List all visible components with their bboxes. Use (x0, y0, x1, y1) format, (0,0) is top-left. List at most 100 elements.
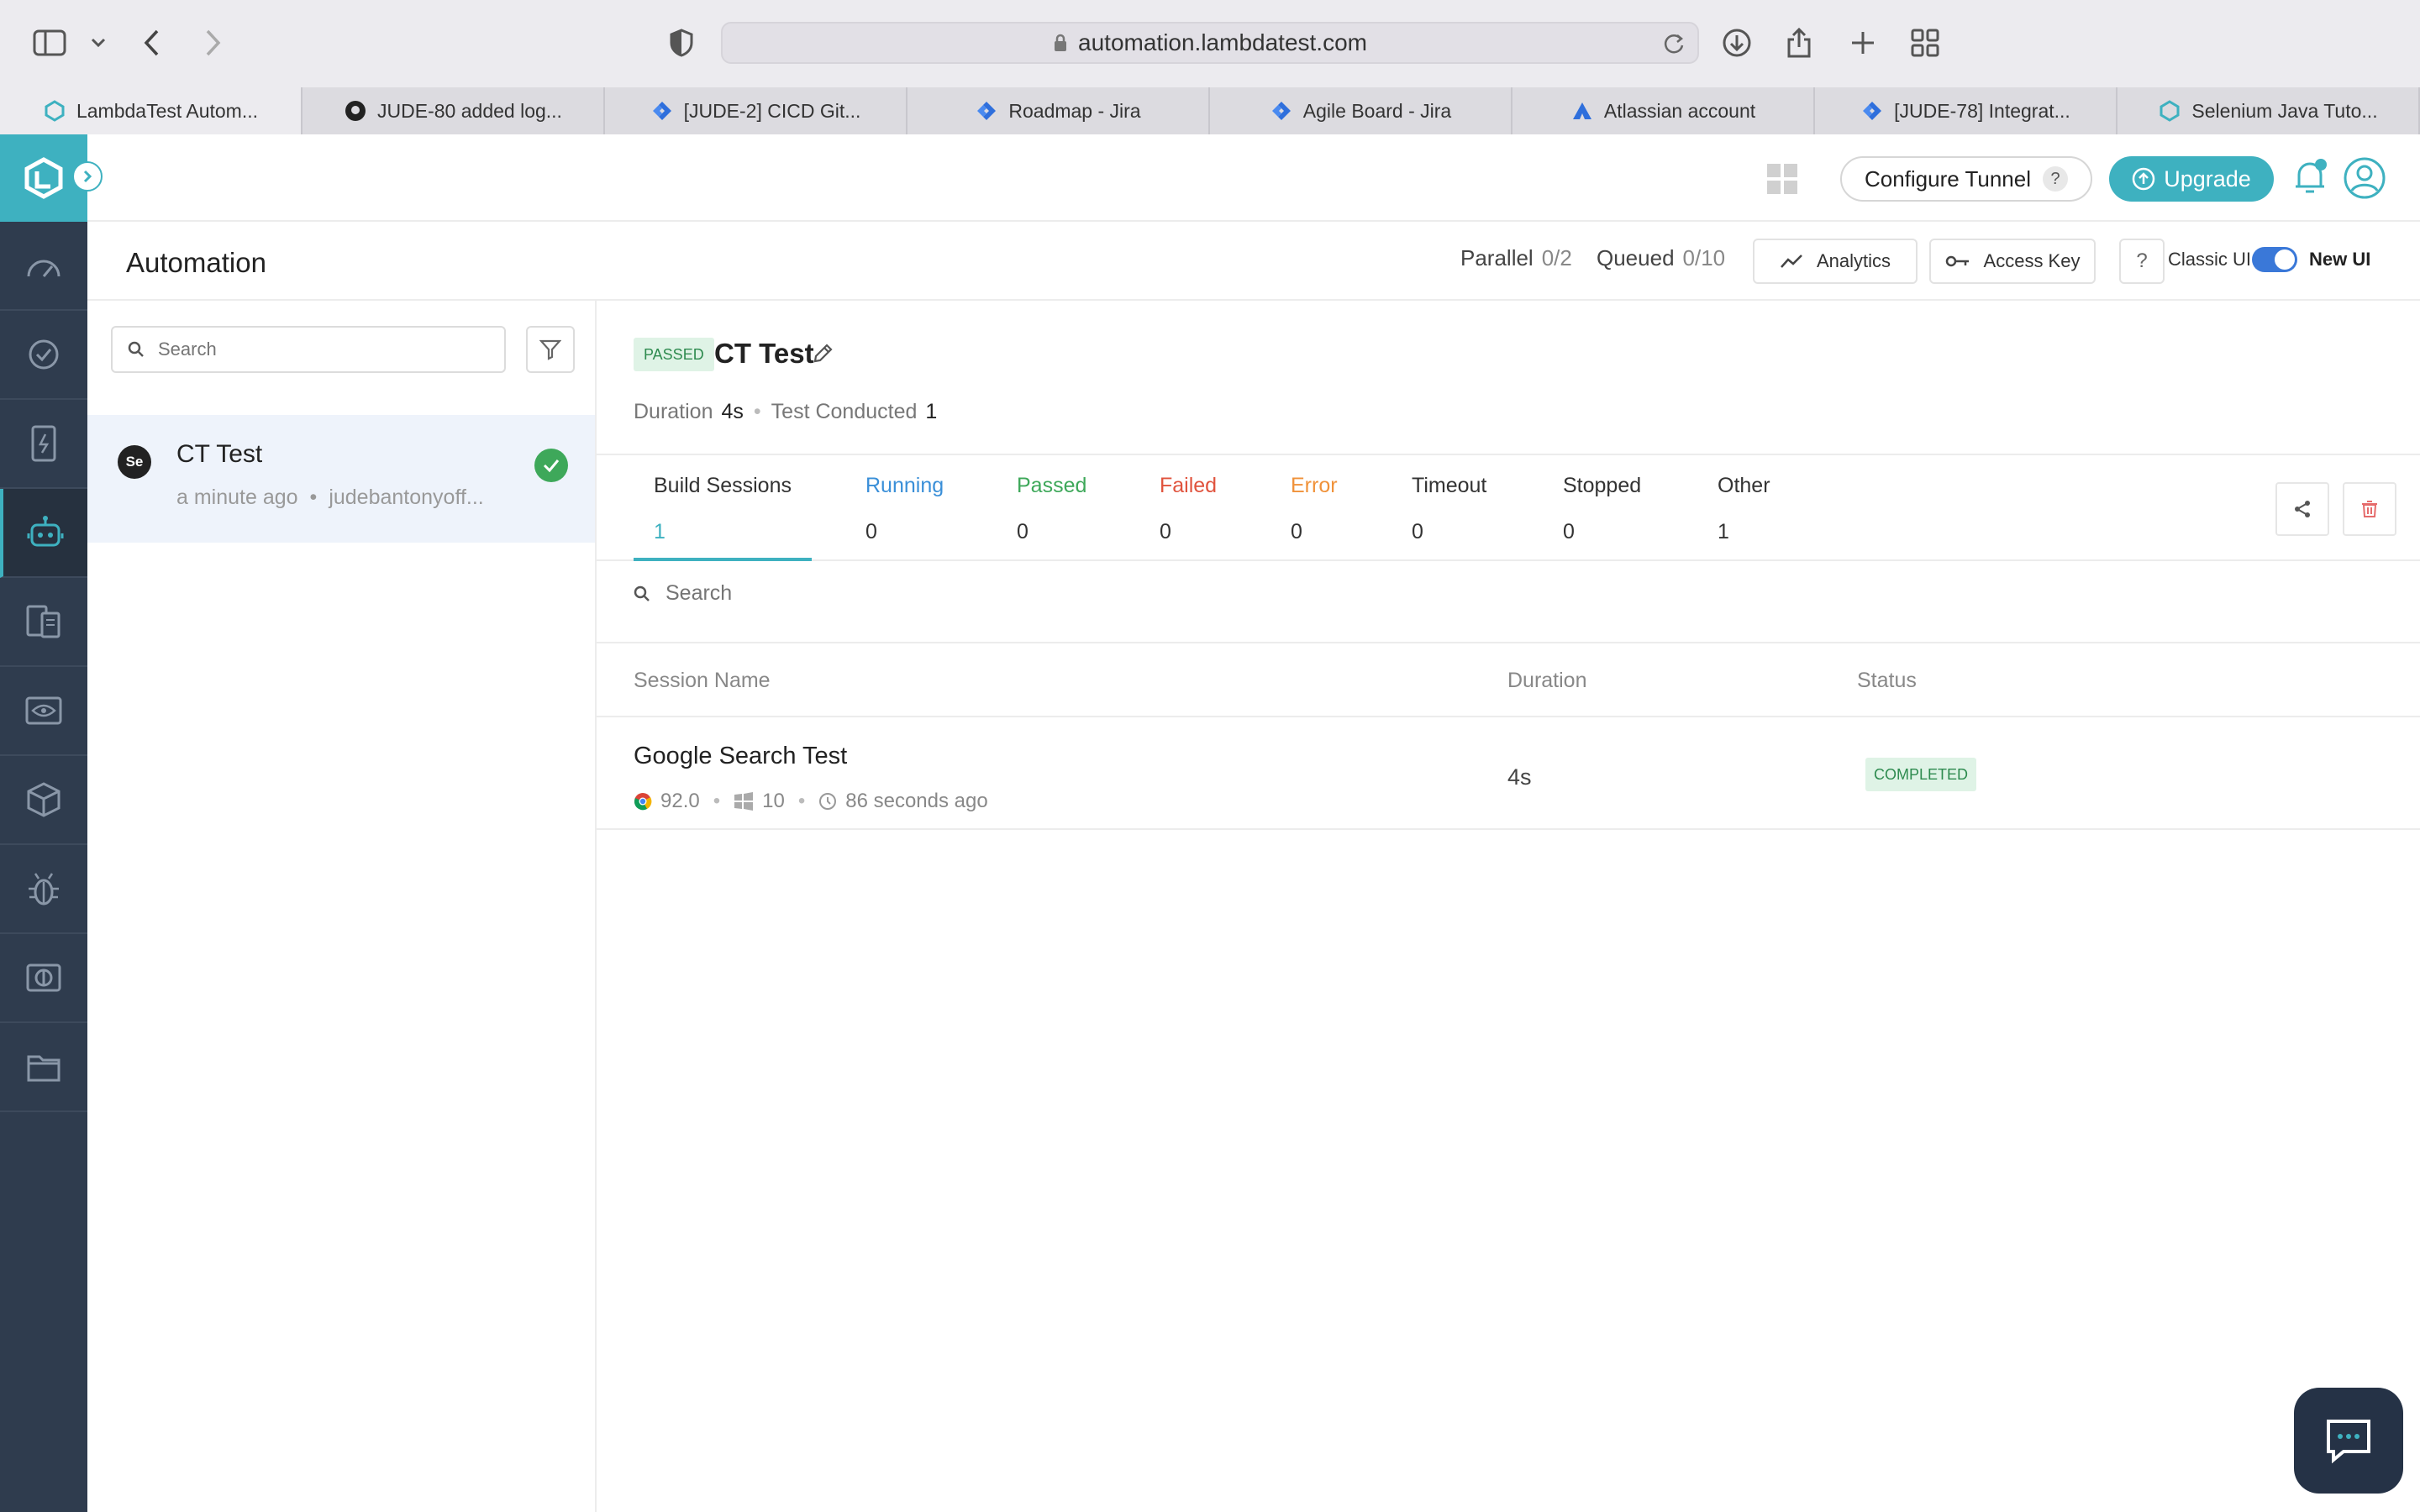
lock-icon (1055, 34, 1067, 51)
active-tab-underline (634, 558, 812, 561)
rail-expand-button[interactable] (72, 161, 103, 192)
pencil-icon[interactable] (812, 343, 834, 369)
table-row[interactable]: Google Search Test 92.0 • 10 • 86 second… (597, 717, 2420, 830)
jira-icon (650, 99, 674, 123)
build-user: judebantonyoff... (329, 486, 484, 509)
queued-stat: Queued 0/10 (1597, 245, 1725, 271)
build-search[interactable] (111, 326, 506, 373)
sidebar-toggle-icon[interactable] (32, 25, 67, 60)
rail-dashboard[interactable] (0, 222, 87, 311)
browser-tab[interactable]: JUDE-80 added log... (302, 87, 605, 134)
windows-icon (734, 792, 754, 811)
rail-app-testing[interactable] (0, 400, 87, 489)
rail-smart-testing[interactable] (0, 578, 87, 667)
profile-avatar-icon[interactable] (2343, 156, 2386, 204)
delete-build-button[interactable] (2343, 482, 2396, 536)
tab-count: 0 (1563, 520, 1575, 543)
column-header-session-name[interactable]: Session Name (634, 669, 771, 693)
tab-label: Running (865, 474, 944, 497)
build-search-input[interactable] (158, 339, 494, 360)
browser-tab[interactable]: Agile Board - Jira (1210, 87, 1512, 134)
tab-count: 0 (1291, 520, 1302, 543)
filter-button[interactable] (526, 326, 575, 373)
ui-version-toggle[interactable] (2252, 247, 2297, 272)
upgrade-arrow-icon (2132, 167, 2155, 191)
chat-support-button[interactable] (2294, 1388, 2403, 1494)
session-status-tabs: Build Sessions 1 Running 0 Passed 0 Fail… (597, 454, 2420, 561)
parallel-value: 0/2 (1541, 245, 1572, 270)
tab-count: 0 (1017, 520, 1028, 543)
tab-running[interactable]: Running 0 (865, 474, 944, 544)
tab-count: 0 (865, 520, 877, 543)
new-tab-icon[interactable] (1845, 25, 1881, 60)
queued-label: Queued (1597, 245, 1675, 270)
chevron-right-icon (83, 170, 92, 183)
trash-icon (2362, 501, 2377, 517)
address-bar[interactable]: automation.lambdatest.com (721, 22, 1699, 64)
build-title: CT Test (714, 338, 814, 369)
column-header-status[interactable]: Status (1857, 669, 1917, 693)
rail-realtime[interactable] (0, 311, 87, 400)
forward-icon[interactable] (195, 25, 230, 60)
tab-failed[interactable]: Failed 0 (1160, 474, 1217, 544)
tab-build-sessions[interactable]: Build Sessions 1 (654, 474, 792, 544)
session-name-link[interactable]: Google Search Test (634, 743, 847, 770)
tab-overview-icon[interactable] (1907, 25, 1943, 60)
configure-tunnel-button[interactable]: Configure Tunnel ? (1840, 156, 2092, 202)
side-rail (0, 134, 87, 1512)
browser-tab[interactable]: Atlassian account (1512, 87, 1815, 134)
session-search-input[interactable] (666, 581, 1170, 606)
browser-tab-label: LambdaTest Autom... (76, 99, 259, 122)
help-button[interactable]: ? (2119, 239, 2165, 284)
share-icon[interactable] (1781, 25, 1817, 60)
rail-issue-tracker[interactable] (0, 845, 87, 934)
tab-label: Passed (1017, 474, 1087, 497)
check-circle-icon (534, 449, 568, 482)
upgrade-button[interactable]: Upgrade (2109, 156, 2274, 202)
rail-automation[interactable] (0, 489, 87, 578)
tab-other[interactable]: Other 1 (1718, 474, 1770, 544)
reload-icon[interactable] (1662, 32, 1686, 55)
tab-count: 0 (1412, 520, 1423, 543)
tab-timeout[interactable]: Timeout 0 (1412, 474, 1486, 544)
browser-tab[interactable]: Roadmap - Jira (908, 87, 1210, 134)
classic-ui-label: Classic UI (2168, 249, 2252, 270)
browser-tab[interactable]: [JUDE-2] CICD Git... (605, 87, 908, 134)
rail-visual-testing[interactable] (0, 667, 87, 756)
cube-icon (27, 782, 60, 817)
duration-value: 4s (721, 400, 744, 423)
notification-bell-icon[interactable] (2287, 155, 2333, 204)
help-icon[interactable]: ? (2043, 166, 2069, 192)
rail-compare[interactable] (0, 934, 87, 1023)
tab-label: Build Sessions (654, 474, 792, 497)
key-icon (1945, 255, 1969, 267)
access-key-button[interactable]: Access Key (1929, 239, 2096, 284)
column-header-duration[interactable]: Duration (1507, 669, 1587, 693)
browser-tab-label: Atlassian account (1603, 99, 1756, 122)
rail-integrations[interactable] (0, 756, 87, 845)
queued-value: 0/10 (1682, 245, 1726, 270)
analytics-button[interactable]: Analytics (1753, 239, 1918, 284)
tab-stopped[interactable]: Stopped 0 (1563, 474, 1641, 544)
browser-tab[interactable]: [JUDE-78] Integrat... (1815, 87, 2118, 134)
toggle-knob (2275, 249, 2295, 270)
apps-grid-icon[interactable] (1766, 163, 1798, 199)
status-badge: COMPLETED (1865, 758, 1977, 791)
browser-tab[interactable]: LambdaTest Autom... (0, 87, 302, 134)
build-list-item[interactable]: Se CT Test a minute ago • judebantonyoff..… (87, 415, 595, 543)
session-meta: 92.0 • 10 • 86 seconds ago (634, 790, 988, 813)
browser-tab-label: [JUDE-2] CICD Git... (683, 99, 861, 122)
chevron-down-icon[interactable] (81, 25, 116, 60)
tab-count: 1 (654, 520, 666, 543)
session-search[interactable] (634, 581, 1170, 606)
share-build-button[interactable] (2275, 482, 2329, 536)
shield-icon[interactable] (664, 25, 699, 60)
tab-error[interactable]: Error 0 (1291, 474, 1338, 544)
back-icon[interactable] (134, 25, 170, 60)
rail-files[interactable] (0, 1023, 87, 1112)
tab-passed[interactable]: Passed 0 (1017, 474, 1086, 544)
browser-tab-label: Selenium Java Tuto... (2191, 99, 2378, 122)
download-icon[interactable] (1719, 25, 1754, 60)
github-icon (344, 99, 367, 123)
browser-tab[interactable]: Selenium Java Tuto... (2118, 87, 2420, 134)
